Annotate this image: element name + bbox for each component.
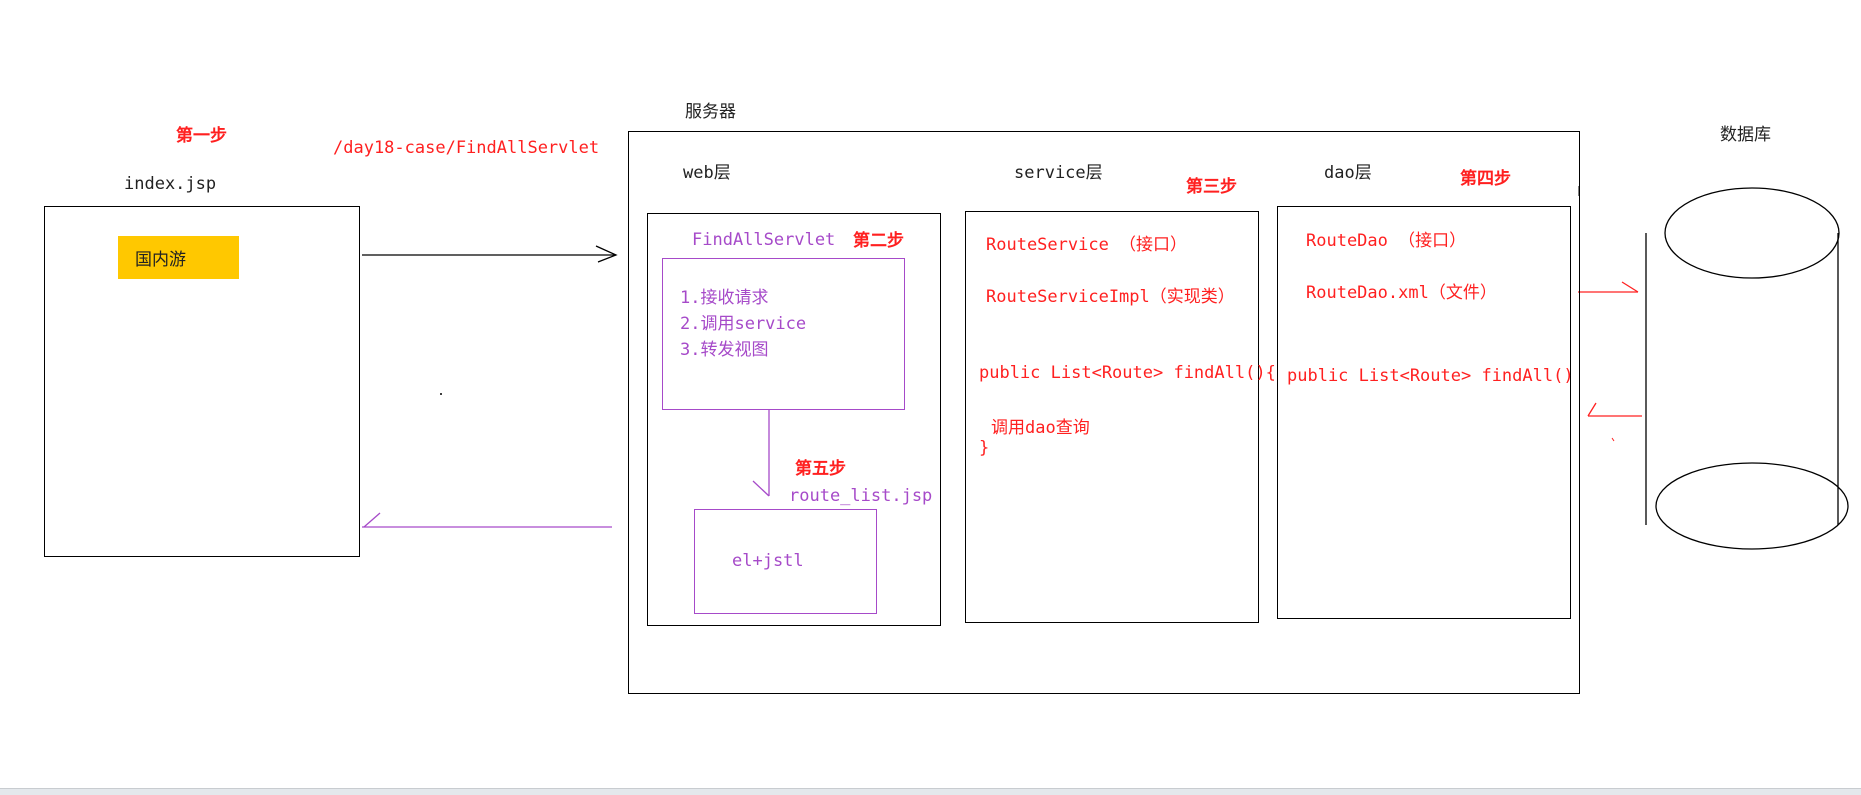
db-cylinder-top	[1664, 187, 1840, 279]
server-title: 服务器	[685, 102, 736, 122]
service-call-dao: 调用dao查询	[991, 418, 1090, 438]
jsp-box: el+jstl	[694, 509, 877, 614]
dao-method: public List<Route> findAll()	[1287, 366, 1574, 386]
domestic-travel-button[interactable]: 国内游	[118, 236, 239, 279]
stray-mark	[1611, 437, 1615, 442]
database-title: 数据库	[1720, 125, 1771, 145]
client-page-box: 国内游	[44, 206, 360, 557]
jsp-name: route_list.jsp	[789, 486, 933, 506]
db-cylinder-bottom	[1655, 462, 1849, 550]
dao-layer-title: dao层	[1324, 163, 1372, 183]
service-impl: RouteServiceImpl（实现类）	[986, 287, 1235, 307]
servlet-step-2: 2.调用service	[680, 314, 807, 334]
client-page-name: index.jsp	[124, 174, 217, 194]
dao-layer-box	[1277, 206, 1571, 619]
domestic-travel-label: 国内游	[135, 250, 186, 270]
request-arrow-head	[595, 245, 618, 263]
db-to-dao-head	[1587, 402, 1597, 417]
dao-to-db-head	[1621, 281, 1639, 293]
jsp-content: el+jstl	[732, 551, 804, 571]
web-layer-title: web层	[683, 163, 731, 183]
service-layer-title: service层	[1014, 163, 1103, 183]
servlet-name: FindAllServlet	[692, 230, 836, 250]
dao-interface: RouteDao （接口）	[1306, 231, 1467, 251]
step1-label: 第一步	[176, 126, 227, 146]
request-url: /day18-case/FindAllServlet	[333, 138, 600, 158]
service-method: public List<Route> findAll(){	[979, 363, 1276, 383]
service-interface: RouteService （接口）	[986, 235, 1188, 255]
servlet-box: 1.接收请求 2.调用service 3.转发视图	[662, 258, 905, 410]
response-arrow-head	[363, 512, 381, 528]
service-close-brace: }	[979, 438, 990, 458]
servlet-step-1: 1.接收请求	[680, 288, 769, 308]
servlet-step-3: 3.转发视图	[680, 340, 769, 360]
stray-dot	[440, 393, 442, 395]
dao-xml: RouteDao.xml（文件）	[1306, 283, 1497, 303]
